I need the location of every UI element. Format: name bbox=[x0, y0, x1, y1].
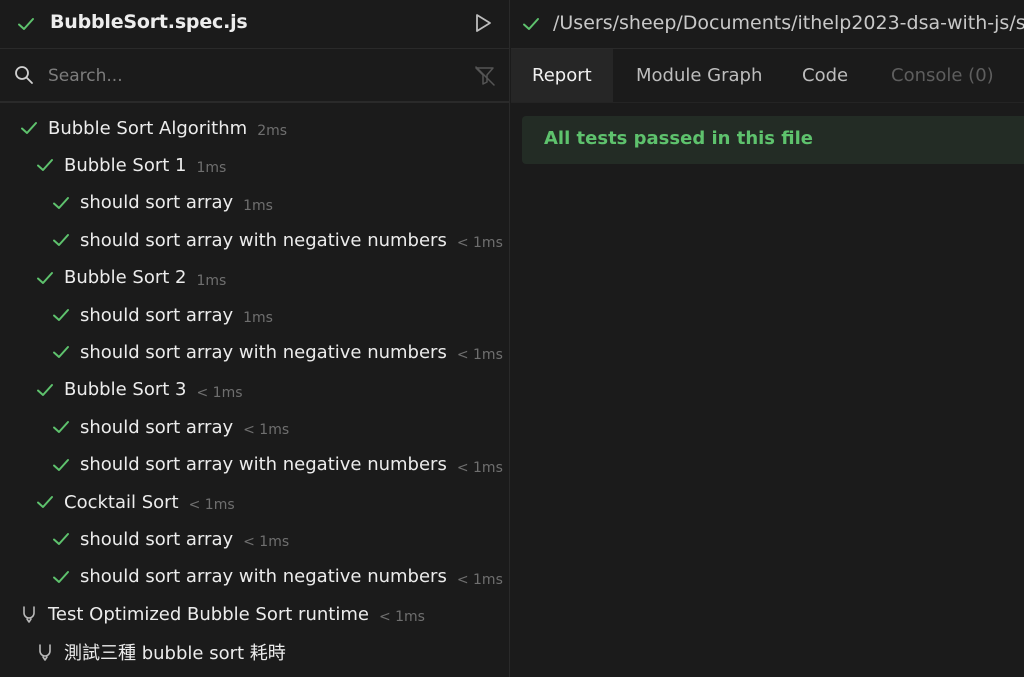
check-icon bbox=[50, 229, 72, 251]
test-item[interactable]: should sort array with negative numbers <… bbox=[50, 447, 503, 483]
test-label: should sort array with negative numbers bbox=[80, 229, 447, 251]
test-label: should sort array bbox=[80, 304, 234, 326]
check-icon bbox=[34, 154, 56, 176]
suite-item[interactable]: Bubble Sort 3 < 1ms bbox=[34, 372, 243, 408]
test-item[interactable]: should sort array with negative numbers <… bbox=[50, 559, 503, 595]
search-bar bbox=[0, 49, 509, 103]
test-item[interactable]: should sort array < 1ms bbox=[50, 409, 289, 445]
check-icon bbox=[521, 14, 541, 38]
suite-item[interactable]: 測試三種 bubble sort 耗時 bbox=[34, 634, 286, 670]
test-label: Cocktail Sort bbox=[64, 491, 179, 513]
suite-item[interactable]: Bubble Sort 1 1ms bbox=[34, 147, 226, 183]
test-duration: < 1ms bbox=[456, 235, 503, 252]
suite-item[interactable]: Bubble Sort Algorithm 2ms bbox=[18, 110, 287, 146]
tab-bar: Report Module Graph Code Console (0) bbox=[511, 49, 1024, 103]
test-label: Bubble Sort 3 bbox=[64, 379, 187, 401]
test-label: Bubble Sort Algorithm bbox=[48, 117, 248, 139]
pass-banner: All tests passed in this file bbox=[522, 116, 1024, 164]
test-item[interactable]: should sort array with negative numbers <… bbox=[50, 334, 503, 370]
test-label: should sort array bbox=[80, 192, 234, 214]
check-icon bbox=[50, 341, 72, 363]
suite-item[interactable]: Bubble Sort 2 1ms bbox=[34, 260, 226, 296]
test-label: Bubble Sort 2 bbox=[64, 267, 187, 289]
file-name[interactable]: BubbleSort.spec.js bbox=[50, 11, 248, 33]
check-icon bbox=[34, 491, 56, 513]
filter-icon[interactable] bbox=[474, 66, 496, 90]
skip-icon bbox=[18, 603, 40, 625]
test-duration: < 1ms bbox=[456, 459, 503, 476]
test-duration: 1ms bbox=[243, 310, 273, 326]
test-label: 測試三種 bubble sort 耗時 bbox=[64, 642, 286, 664]
file-path: /Users/sheep/Documents/ithelp2023-dsa-wi… bbox=[553, 12, 1024, 34]
test-label: should sort array with negative numbers bbox=[80, 454, 447, 476]
test-duration: < 1ms bbox=[456, 571, 503, 588]
test-label: should sort array bbox=[80, 416, 234, 438]
check-icon bbox=[50, 528, 72, 550]
test-label: should sort array bbox=[80, 528, 234, 550]
search-icon bbox=[14, 65, 34, 89]
test-duration: < 1ms bbox=[188, 497, 235, 513]
search-input[interactable] bbox=[46, 61, 430, 91]
test-item[interactable]: should sort array 1ms bbox=[50, 297, 273, 333]
test-label: Test Optimized Bubble Sort runtime bbox=[48, 603, 369, 625]
test-duration: < 1ms bbox=[378, 609, 425, 626]
skip-icon bbox=[34, 641, 56, 663]
file-header: BubbleSort.spec.js bbox=[0, 0, 509, 49]
tab-console[interactable]: Console (0) bbox=[870, 49, 1015, 102]
check-icon bbox=[50, 566, 72, 588]
suite-item[interactable]: Cocktail Sort < 1ms bbox=[34, 484, 235, 520]
test-duration: < 1ms bbox=[243, 534, 290, 551]
test-explorer-panel: BubbleSort.spec.js Bubble Sort Algorithm… bbox=[0, 0, 510, 677]
test-duration: < 1ms bbox=[456, 347, 503, 364]
test-item[interactable]: should sort array with negative numbers <… bbox=[50, 222, 503, 258]
check-icon bbox=[34, 379, 56, 401]
pass-message: All tests passed in this file bbox=[544, 128, 814, 149]
test-duration: 1ms bbox=[243, 197, 273, 214]
path-bar: /Users/sheep/Documents/ithelp2023-dsa-wi… bbox=[511, 0, 1024, 49]
report-panel: /Users/sheep/Documents/ithelp2023-dsa-wi… bbox=[511, 0, 1024, 677]
suite-item[interactable]: Test Optimized Bubble Sort runtime < 1ms bbox=[18, 596, 425, 632]
test-duration: 1ms bbox=[196, 160, 227, 177]
check-icon bbox=[16, 14, 36, 38]
check-icon bbox=[50, 192, 72, 214]
tab-module-graph[interactable]: Module Graph bbox=[615, 49, 783, 102]
test-duration: 1ms bbox=[196, 272, 227, 289]
test-item[interactable]: should sort array 1ms bbox=[50, 185, 273, 221]
check-icon bbox=[50, 454, 72, 476]
test-label: Bubble Sort 1 bbox=[64, 154, 187, 176]
play-icon[interactable] bbox=[472, 12, 494, 38]
tab-report[interactable]: Report bbox=[511, 49, 613, 102]
test-item[interactable]: should sort array < 1ms bbox=[50, 521, 289, 557]
test-duration: < 1ms bbox=[243, 422, 290, 439]
test-duration: 2ms bbox=[257, 123, 288, 139]
test-label: should sort array with negative numbers bbox=[80, 566, 447, 588]
test-duration: < 1ms bbox=[196, 384, 243, 401]
check-icon bbox=[50, 304, 72, 326]
tab-code[interactable]: Code bbox=[781, 49, 869, 102]
check-icon bbox=[34, 267, 56, 289]
test-label: should sort array with negative numbers bbox=[80, 341, 447, 363]
check-icon bbox=[18, 117, 40, 139]
check-icon bbox=[50, 416, 72, 438]
